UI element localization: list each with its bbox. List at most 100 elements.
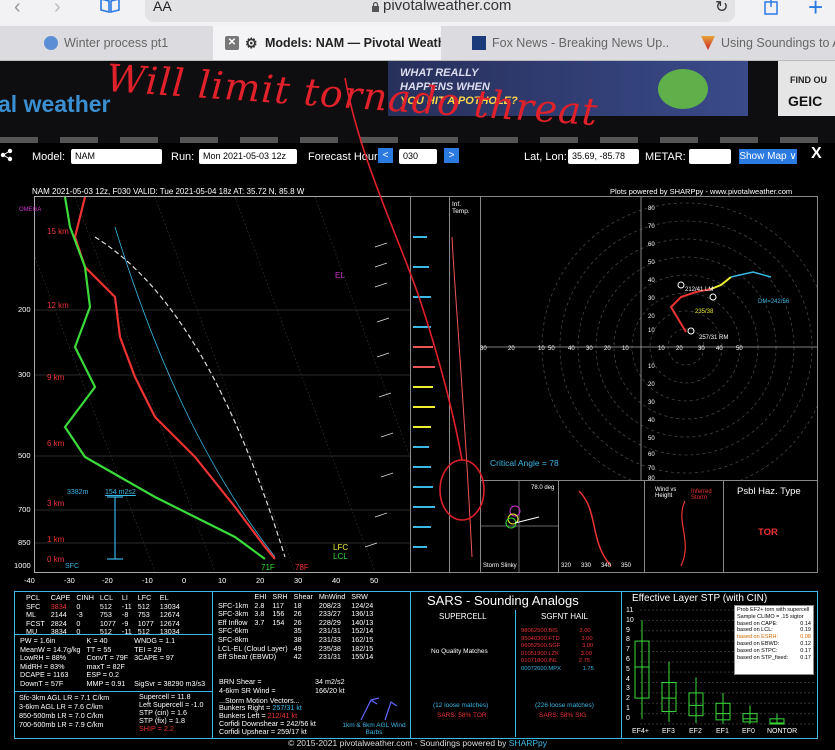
motion-label: Corfidi Upshear = bbox=[219, 727, 276, 736]
stp-legend: Prob EF2+ torn with supercell Sample CLI… bbox=[734, 605, 814, 675]
theta-tick: 320 bbox=[561, 563, 572, 569]
y-tick: 4 bbox=[626, 675, 630, 683]
tab-winter-process[interactable]: Winter process pt1 bbox=[0, 26, 212, 60]
forward-icon[interactable]: › bbox=[54, 0, 68, 18]
hodo-lm-label: 212/41 LM bbox=[685, 287, 714, 293]
lock-icon bbox=[371, 0, 379, 12]
legend-label: based on LCL: bbox=[737, 627, 773, 634]
legend-value: 0.17 bbox=[800, 654, 811, 661]
inferred-temp-label: Inf. Temp. bbox=[452, 201, 470, 215]
x-category: NONTOR bbox=[767, 728, 798, 735]
match-station: 98062500.BIS bbox=[521, 628, 558, 634]
height-label: 0 km bbox=[47, 555, 65, 564]
url-text: pivotalweather.com bbox=[383, 0, 512, 14]
match-station: 01051900.LZK bbox=[521, 650, 560, 657]
surface-temp-label: 78F bbox=[295, 563, 309, 572]
theta-e-panel: 320 330 340 350 bbox=[558, 480, 645, 573]
legend-label: based on ESRH: bbox=[737, 634, 778, 641]
advertisement-banner[interactable]: WHAT REALLY HAPPENS WHEN YOU HIT A POTHO… bbox=[388, 61, 748, 116]
hazard-type-title: Psbl Haz. Type bbox=[737, 486, 801, 497]
close-tab-icon[interactable]: ✕ bbox=[225, 36, 239, 50]
site-logo[interactable]: al weather bbox=[0, 91, 111, 118]
cell: 3CAPE = 97 bbox=[134, 653, 174, 663]
side-advertisement[interactable]: FIND OU GEIC bbox=[778, 61, 835, 116]
browser-toolbar: ‹ › AA pivotalweather.com ↻ + bbox=[0, 0, 835, 26]
share-nodes-icon[interactable] bbox=[0, 148, 14, 162]
sars-sig-pct: SARS: 58% SIG bbox=[539, 712, 587, 719]
tab-soundings[interactable]: Using Soundings to Ar bbox=[671, 26, 835, 60]
match-size: 2.75 bbox=[578, 658, 591, 664]
hodo-tick: 10 bbox=[622, 346, 629, 352]
height-label: 6 km bbox=[47, 439, 65, 448]
effective-srh-label: 154 m2s2 bbox=[105, 489, 136, 496]
el-label: EL bbox=[335, 271, 345, 280]
composite-value: SHIP = 2.2 bbox=[139, 724, 174, 733]
hodo-mean-label: 235/38 bbox=[695, 309, 714, 315]
pressure-label: 200 bbox=[18, 305, 31, 314]
hodo-tick: 20 bbox=[676, 346, 683, 352]
legend-value: 0.08 bbox=[800, 634, 811, 641]
legend-subtitle: Sample CLIMO = .15 sigtor bbox=[737, 613, 804, 620]
ad-text: GEIC bbox=[788, 93, 823, 109]
legend-row: based on ESRH: 0.08 bbox=[737, 634, 811, 641]
match-size: 3.00 bbox=[579, 628, 591, 634]
storm-favicon-icon bbox=[701, 36, 715, 50]
wind-barbs-icon bbox=[341, 696, 405, 724]
motion-vectors: Bunkers Right = 257/31 kt Bunkers Left =… bbox=[219, 704, 316, 736]
composite-indices: Supercell = 11.8 Left Supercell = -1.0 S… bbox=[139, 693, 204, 733]
parcel-table: PCL CAPE CINH LCL LI LFC EL SFC 3834 0 512 -11 512 1… bbox=[23, 593, 183, 637]
inferred-temp-column: Inf. Temp. bbox=[449, 196, 481, 573]
page-footer: © 2015-2021 pivotalweather.com - Soundin… bbox=[0, 738, 835, 750]
reload-icon[interactable]: ↻ bbox=[715, 0, 728, 17]
reader-aa-button[interactable]: AA bbox=[153, 0, 172, 14]
temp-tick: 40 bbox=[332, 576, 341, 585]
list-item: 01071800.INL 2.75 bbox=[521, 658, 594, 666]
new-tab-icon[interactable]: + bbox=[808, 0, 823, 23]
effective-layer-height: 3382m bbox=[67, 489, 89, 496]
model-label: Model: bbox=[32, 151, 66, 163]
latlon-input[interactable]: 35.69, -85.78 bbox=[568, 149, 639, 164]
hodo-tick: 10 bbox=[538, 346, 545, 352]
legend-row: based on EBWD: 0.12 bbox=[737, 641, 811, 648]
pressure-label: 700 bbox=[18, 505, 31, 514]
tab-label: Models: NAM — Pivotal Weather bbox=[265, 36, 441, 50]
y-tick: 3 bbox=[626, 685, 630, 693]
legend-value: 0.19 bbox=[800, 627, 811, 634]
back-icon[interactable]: ‹ bbox=[14, 0, 28, 18]
y-tick: 1 bbox=[626, 704, 630, 712]
hazard-type-value: TOR bbox=[758, 527, 778, 538]
tab-bar: Winter process pt1 ✕ ⚙ Models: NAM — Piv… bbox=[0, 26, 835, 61]
run-select[interactable]: Mon 2021-05-03 12z bbox=[199, 149, 297, 164]
close-button[interactable]: X bbox=[811, 145, 822, 163]
model-select[interactable]: NAM bbox=[71, 149, 162, 164]
surface-dewpoint-label: 71F bbox=[261, 563, 275, 572]
pressure-label: 1000 bbox=[14, 561, 31, 570]
legend-title: Prob EF2+ torn with supercell bbox=[737, 607, 810, 613]
tab-pivotal-nam[interactable]: ✕ ⚙ Models: NAM — Pivotal Weather bbox=[213, 26, 441, 60]
show-map-button[interactable]: Show Map ∨ bbox=[739, 149, 797, 164]
bookmarks-icon[interactable] bbox=[99, 0, 121, 14]
tab-fox-news[interactable]: Fox News - Breaking News Up... bbox=[442, 26, 670, 60]
hodo-tick: 20 bbox=[648, 314, 655, 320]
sharppy-link[interactable]: SHARPpy bbox=[509, 738, 547, 748]
temp-tick: -40 bbox=[24, 576, 35, 585]
hodo-y-axis: 80 70 60 50 40 30 20 10 10 20 30 40 50 6… bbox=[648, 206, 662, 482]
hodo-tick: 20 bbox=[648, 382, 655, 388]
kinematic-panel: EHI SRH Shear MnWind SRW SFC-1km 2.8 117 18 208/… bbox=[212, 591, 411, 739]
prev-hour-button[interactable]: < bbox=[378, 148, 393, 163]
wind-height-panel: Wind vs Height Inferred Storm bbox=[644, 480, 724, 573]
gear-icon: ⚙ bbox=[245, 35, 258, 51]
next-hour-button[interactable]: > bbox=[444, 148, 459, 163]
match-station: 95040300.FTD bbox=[521, 635, 560, 642]
legend-label: based on EBWD: bbox=[737, 640, 780, 647]
match-size: 3.00 bbox=[580, 650, 592, 657]
hodo-tick: 80 bbox=[648, 206, 655, 212]
cell: 155/14 bbox=[351, 652, 374, 662]
metar-input[interactable] bbox=[689, 149, 731, 164]
hodo-tick: 70 bbox=[648, 224, 655, 230]
share-icon[interactable] bbox=[762, 0, 780, 18]
address-bar[interactable]: AA pivotalweather.com ↻ bbox=[145, 0, 735, 22]
forecast-hour-select[interactable]: 030 bbox=[399, 149, 437, 164]
legend-row: based on STPC: 0.17 bbox=[737, 648, 811, 655]
theta-tick: 330 bbox=[581, 563, 592, 569]
